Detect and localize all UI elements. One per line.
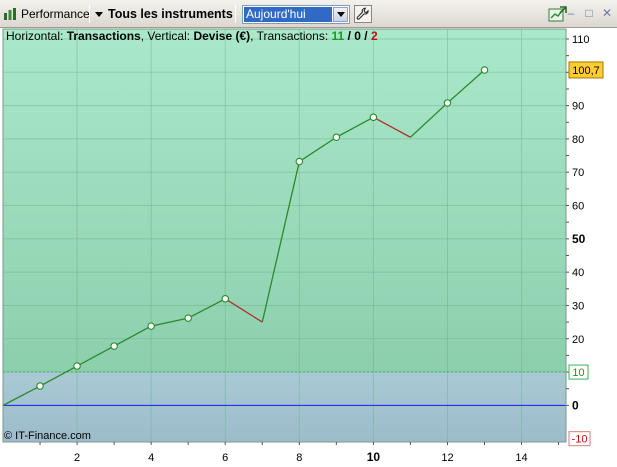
last-value-label: 100,7 [572, 65, 600, 77]
y-tick-label: 110 [572, 34, 590, 46]
chart-info-line: Horizontal: Transactions, Vertical: Devi… [6, 29, 378, 43]
transactions-losing-count: 2 [370, 29, 378, 43]
x-tick-label: 10 [367, 450, 381, 464]
profit-zone [3, 29, 566, 373]
period-select[interactable]: Aujourd'hui [242, 5, 350, 24]
copyright-text: © IT-Finance.com [4, 430, 91, 442]
y-tick-label: 80 [572, 134, 584, 146]
y-tick-label: 40 [572, 267, 584, 279]
y-tick-label: 60 [572, 201, 584, 213]
data-point [295, 157, 304, 166]
period-select-value: Aujourd'hui [244, 7, 332, 22]
data-point [221, 295, 229, 303]
horizontal-value: Transactions [66, 29, 141, 43]
x-tick-label: 2 [74, 452, 80, 464]
data-point [110, 342, 118, 350]
transactions-winning-count: 11 [331, 29, 345, 43]
vertical-value: Devise (€) [193, 29, 251, 43]
x-tick-label: 8 [296, 452, 302, 464]
wrench-icon [356, 7, 369, 20]
instruments-label: Tous les instruments [108, 7, 233, 21]
upper-threshold-label: 10 [572, 367, 584, 379]
data-point [36, 382, 44, 390]
performance-chart[interactable]: 24681012140203040506070809010011010-1010… [0, 28, 617, 467]
y-tick-label: 30 [572, 300, 584, 312]
transactions-even-count: 0 [354, 29, 361, 43]
data-point [332, 133, 341, 141]
horizontal-label: Horizontal: [6, 29, 64, 43]
data-point [73, 362, 81, 370]
x-tick-label: 14 [515, 452, 527, 464]
data-point [184, 314, 192, 322]
performance-menu[interactable]: Performance [3, 5, 90, 23]
slash: / [364, 29, 368, 43]
y-tick-label: 0 [572, 398, 579, 412]
chevron-down-icon [95, 11, 103, 17]
slash: / [347, 29, 351, 43]
window-controls: – □ ✕ [565, 7, 613, 19]
transactions-label: Transactions: [256, 29, 329, 43]
y-tick-label: 50 [572, 232, 586, 246]
y-tick-label: 70 [572, 167, 584, 179]
lower-threshold-label: -10 [572, 434, 588, 446]
vertical-label: Vertical: [147, 29, 191, 43]
data-point [369, 113, 378, 122]
y-tick-label: 90 [572, 101, 584, 113]
close-icon[interactable]: ✕ [601, 7, 613, 19]
toolbar: Performance Tous les instruments Aujourd… [0, 0, 617, 28]
performance-label: Performance [21, 7, 90, 21]
minimize-icon[interactable]: – [565, 7, 577, 19]
data-point [147, 322, 155, 330]
period-dropdown-button[interactable] [333, 7, 348, 22]
chevron-down-icon [336, 12, 345, 17]
toolbar-separator [235, 5, 236, 23]
instruments-dropdown[interactable]: Tous les instruments [95, 5, 233, 23]
bar-chart-icon [3, 7, 17, 21]
data-point [480, 66, 489, 74]
settings-tool-button[interactable] [354, 5, 372, 23]
y-tick-label: 20 [572, 334, 584, 346]
maximize-icon[interactable]: □ [583, 7, 595, 19]
toolbar-separator [89, 5, 90, 23]
x-tick-label: 4 [148, 452, 154, 464]
x-tick-label: 6 [222, 452, 228, 464]
x-tick-label: 12 [441, 452, 453, 464]
data-point [443, 99, 452, 107]
